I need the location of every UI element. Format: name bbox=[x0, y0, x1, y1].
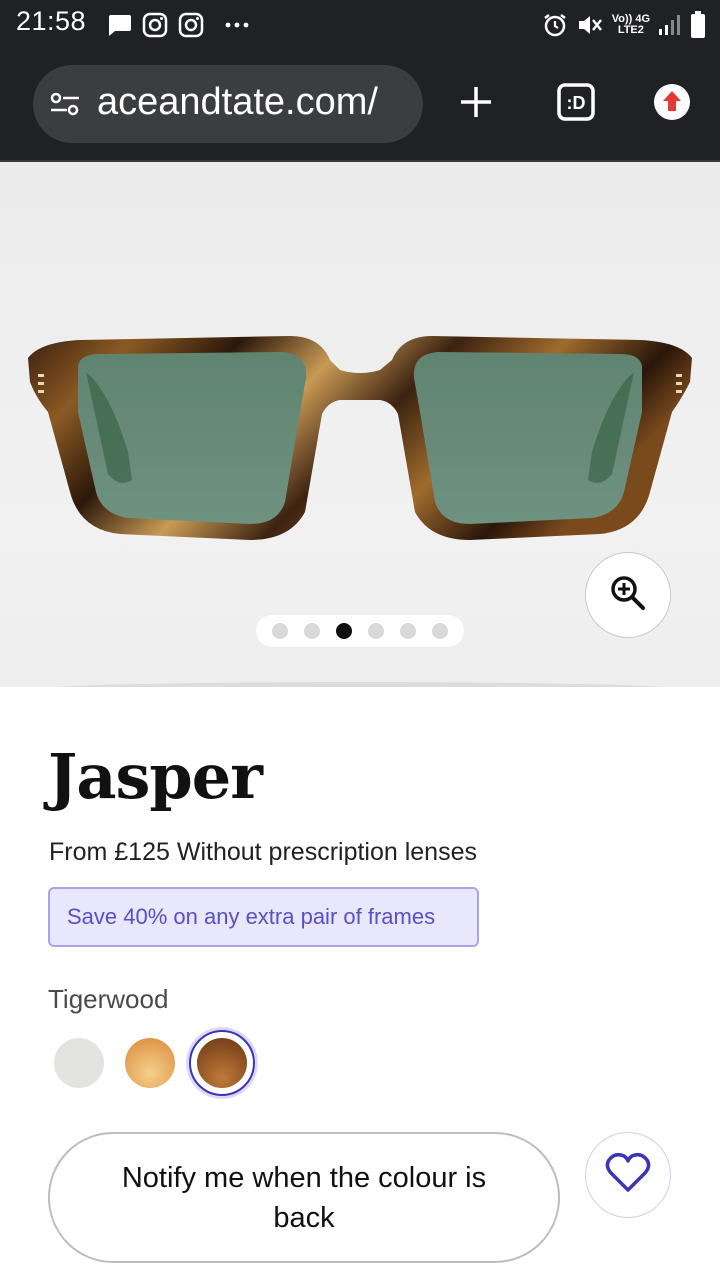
svg-text::D: :D bbox=[567, 93, 586, 113]
carousel-dot-active[interactable] bbox=[336, 623, 352, 639]
tune-icon[interactable] bbox=[49, 90, 81, 122]
promo-banner: Save 40% on any extra pair of frames bbox=[48, 887, 479, 947]
tab-switcher-button[interactable]: :D bbox=[551, 79, 601, 129]
signal-icon bbox=[658, 13, 682, 37]
carousel-dot[interactable] bbox=[368, 623, 384, 639]
carousel-dot[interactable] bbox=[400, 623, 416, 639]
price-suffix: Without prescription lenses bbox=[176, 838, 477, 866]
swatch-clear[interactable] bbox=[54, 1038, 104, 1088]
price-line: From £125 Without prescription lenses bbox=[49, 838, 477, 867]
carousel-dots bbox=[256, 615, 464, 647]
url-text[interactable]: aceandtate.com/ bbox=[97, 81, 417, 124]
instagram-icon bbox=[142, 12, 168, 38]
status-time: 21:58 bbox=[16, 6, 87, 36]
colour-name: Tigerwood bbox=[48, 984, 169, 1014]
status-bar: 21:58 Vo)) 4G LTE2 bbox=[0, 0, 720, 50]
new-tab-icon bbox=[458, 84, 494, 124]
tab-switcher-icon: :D bbox=[556, 82, 596, 126]
promo-text: Save 40% on any extra pair of frames bbox=[67, 904, 436, 929]
swatch-tigerwood[interactable] bbox=[197, 1038, 247, 1088]
carousel-dot[interactable] bbox=[304, 623, 320, 639]
notification-icons bbox=[106, 10, 250, 40]
swatch-honey[interactable] bbox=[125, 1038, 175, 1088]
zoom-button[interactable] bbox=[585, 552, 671, 638]
system-icons: Vo)) 4G LTE2 bbox=[542, 10, 706, 40]
address-bar[interactable]: aceandtate.com/ bbox=[33, 65, 423, 143]
browser-toolbar: aceandtate.com/ :D bbox=[0, 50, 720, 160]
more-icon bbox=[224, 21, 250, 29]
notify-button-label: Notify me when the colour is back bbox=[121, 1161, 487, 1234]
price-prefix: From bbox=[49, 838, 108, 866]
heart-icon bbox=[605, 1152, 651, 1198]
network-indicator: Vo)) 4G LTE2 bbox=[612, 14, 650, 36]
price-value: £125 bbox=[114, 838, 170, 866]
network-line2: LTE2 bbox=[617, 24, 644, 36]
product-gallery[interactable] bbox=[0, 162, 720, 687]
notify-button[interactable]: Notify me when the colour is back bbox=[48, 1132, 560, 1263]
message-icon bbox=[106, 13, 132, 37]
carousel-dot[interactable] bbox=[272, 623, 288, 639]
carousel-dot[interactable] bbox=[432, 623, 448, 639]
update-button[interactable] bbox=[647, 79, 697, 129]
alarm-icon bbox=[542, 12, 568, 38]
instagram-icon bbox=[178, 12, 204, 38]
battery-icon bbox=[690, 11, 706, 39]
update-icon bbox=[653, 83, 691, 125]
mute-icon bbox=[576, 12, 604, 38]
new-tab-button[interactable] bbox=[451, 79, 501, 129]
product-title: Jasper bbox=[48, 740, 263, 813]
favourite-button[interactable] bbox=[585, 1132, 671, 1218]
zoom-in-icon bbox=[608, 573, 648, 617]
